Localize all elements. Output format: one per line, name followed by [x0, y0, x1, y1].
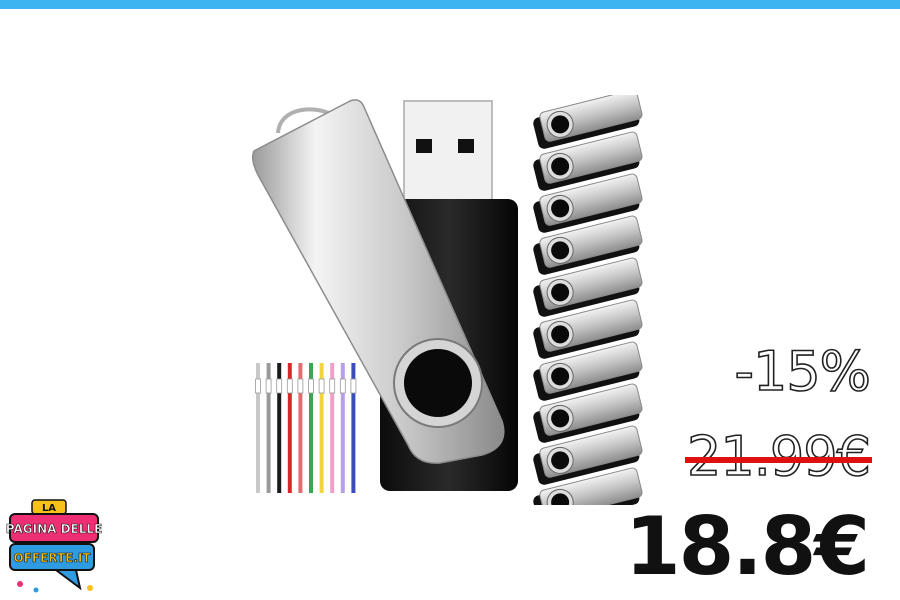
logo-text-pagina-delle: PAGINA DELLE [6, 522, 102, 536]
pagina-delle-offerte-logo[interactable]: LA PAGINA DELLE OFFERTE.IT [6, 498, 102, 598]
usb-product-image [251, 95, 643, 505]
lanyard-clip [329, 378, 336, 394]
lanyard-straps [255, 363, 357, 493]
lanyard-clip [339, 378, 346, 394]
lanyard-clip [308, 378, 314, 394]
lanyard-clip [350, 378, 357, 394]
usb-drive-stack [533, 95, 643, 505]
old-price: 21.99€ [685, 424, 872, 489]
top-accent-bar [0, 0, 900, 9]
usb-connector [403, 100, 493, 208]
strike-through-line [685, 457, 872, 463]
lanyard-clip [318, 378, 325, 394]
new-price: 18.8€ [624, 500, 870, 593]
logo-text-offerte: OFFERTE.IT [13, 551, 91, 565]
discount-label: -15% [734, 339, 872, 404]
lanyard-clip [297, 378, 304, 394]
lanyard-clip [286, 378, 293, 394]
lanyard-clip [265, 378, 272, 394]
lanyard-clip [276, 378, 283, 394]
lanyard-clip [255, 378, 261, 394]
logo-text-la: LA [42, 503, 56, 514]
